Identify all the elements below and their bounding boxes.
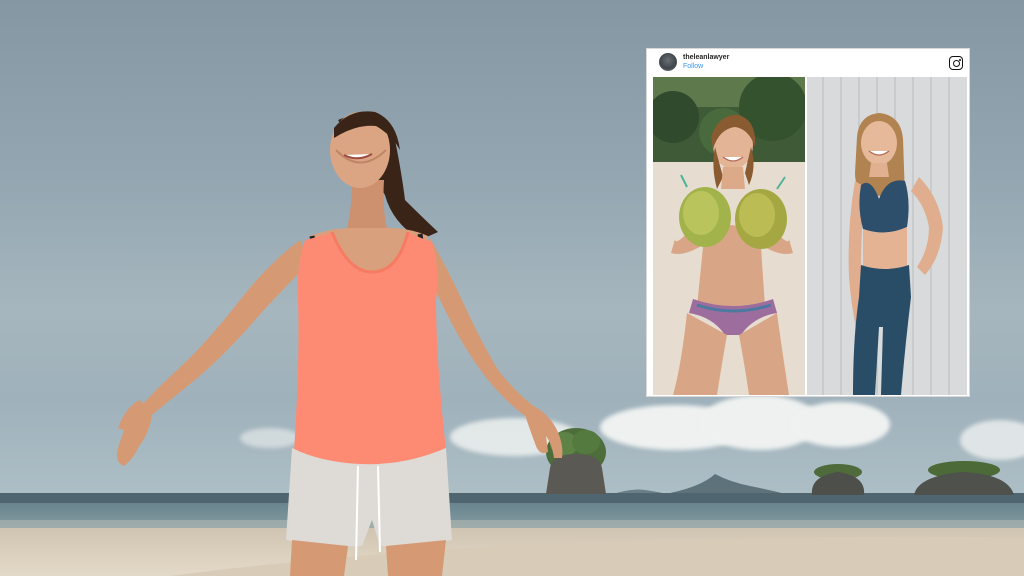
woman-figure (116, 111, 563, 576)
cloud (790, 402, 890, 447)
instagram-post-photo[interactable] (653, 77, 967, 395)
beach-rock (811, 464, 865, 495)
beach-rock (914, 461, 1014, 495)
instagram-post-card: theleanlawyer Follow (646, 48, 970, 397)
instagram-username[interactable]: theleanlawyer (683, 54, 729, 61)
coconut-photo (653, 77, 805, 395)
instagram-post-header: theleanlawyer Follow (647, 49, 971, 77)
follow-link[interactable]: Follow (683, 63, 703, 70)
instagram-icon[interactable] (949, 56, 963, 70)
profile-avatar[interactable] (659, 53, 677, 71)
sportswear-photo (807, 77, 967, 395)
